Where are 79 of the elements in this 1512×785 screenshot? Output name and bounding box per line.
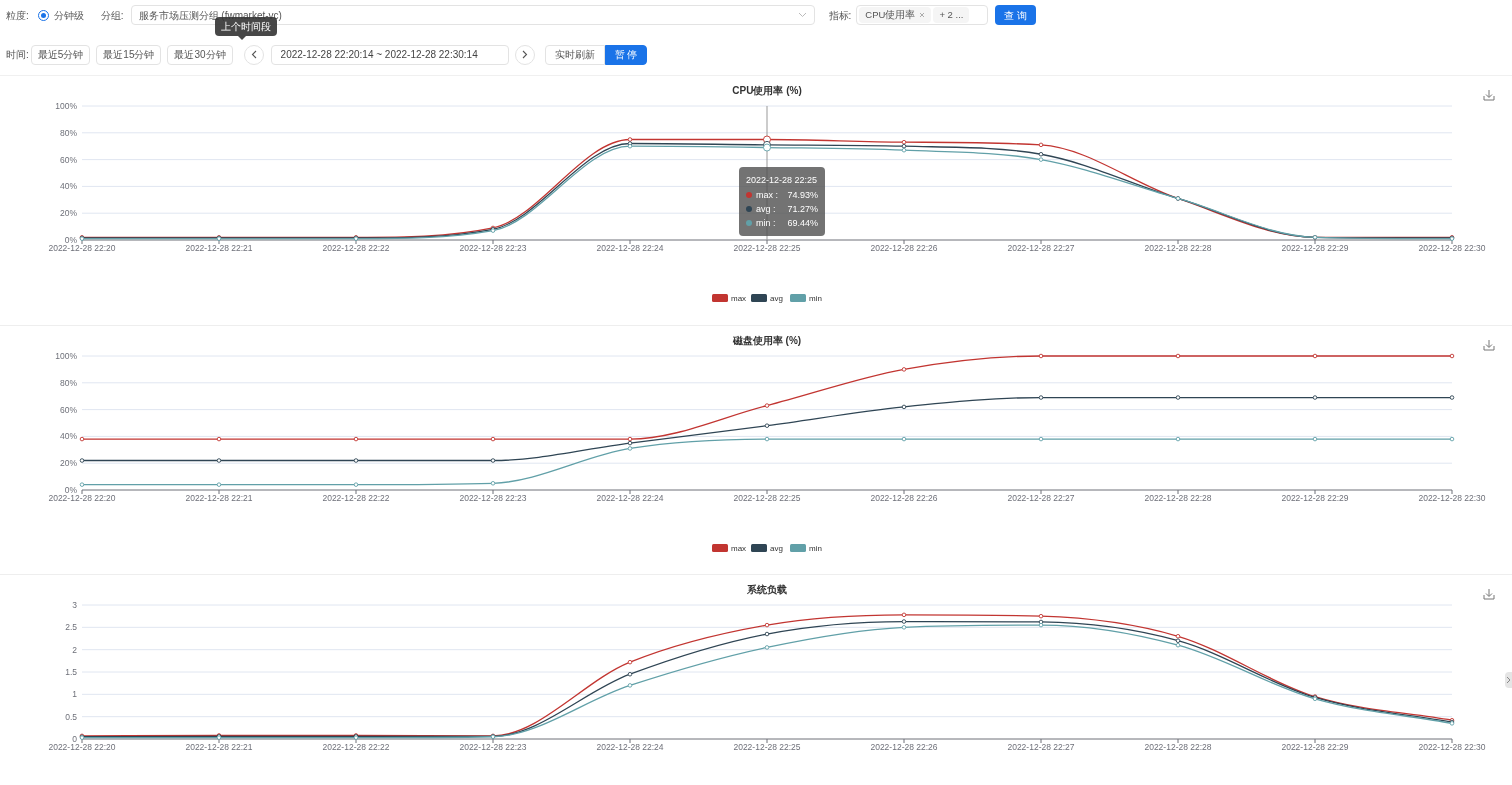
tooltip-title: 2022-12-28 22:25 [746,174,818,187]
legend-label: min [809,294,822,303]
axis-label: 40% [60,181,77,192]
chart-title: 系统负载 [747,584,787,595]
legend-item: avg [751,294,783,303]
axis-label: 2022-12-28 22:26 [870,742,938,752]
axis-label: 2.5 [65,622,77,633]
axis-label: 60% [60,154,77,165]
axis-label: 2022-12-28 22:24 [596,243,664,253]
axis-label: 2022-12-28 22:20 [48,243,116,253]
axis-label: 2022-12-28 22:21 [185,742,253,752]
axis-label: 2022-12-28 22:29 [1281,243,1349,253]
legend-item: max [712,294,747,303]
axis-label: 2022-12-28 22:21 [185,243,253,253]
axis-label: 2022-12-28 22:27 [1007,493,1075,503]
axis-label: 2022-12-28 22:23 [459,742,527,752]
axis-label: 100% [55,351,77,361]
axis-label: 0% [64,235,77,245]
axis-label: 2022-12-28 22:23 [459,243,527,253]
axis-label: 2022-12-28 22:30 [1418,742,1486,752]
axis-label: 100% [55,101,77,111]
series-name: avg : [756,203,776,216]
legend-label: avg [770,294,783,303]
axis-label: 0 [72,734,77,744]
chart-title: CPU使用率 (%) [732,85,802,96]
axis-label: 2022-12-28 22:27 [1007,742,1075,752]
axis-label: 40% [60,431,77,442]
legend-item: min [790,294,822,303]
axis-label: 2022-12-28 22:22 [322,493,390,503]
axis-label: 1 [72,689,77,700]
series-value: 74.93% [787,189,818,202]
axis-label: 2022-12-28 22:28 [1144,742,1212,752]
axis-label: 2022-12-28 22:29 [1281,493,1349,503]
legend-item: max [712,544,747,553]
axis-label: 2022-12-28 22:30 [1418,243,1486,253]
legend-label: max [731,294,747,303]
axis-label: 0.5 [65,711,77,722]
axis-label: 2022-12-28 22:22 [322,243,390,253]
axis-label: 2022-12-28 22:30 [1418,493,1486,503]
series-value: 71.27% [787,203,818,216]
axis-label: 2022-12-28 22:27 [1007,243,1075,253]
axis-label: 2022-12-28 22:22 [322,742,390,752]
axis-label: 60% [60,404,77,415]
chart-title: 磁盘使用率 (%) [732,335,802,346]
axis-label: 2022-12-28 22:21 [185,493,253,503]
field-label: 指标: [828,8,852,23]
axis-label: 2022-12-28 22:23 [459,493,527,503]
field-label: 时间: [6,48,29,62]
legend-label: min [809,544,822,553]
tooltip: 上个时间段 [215,17,277,36]
axis-label: 2022-12-28 22:25 [733,742,801,752]
axis-label: 1.5 [65,667,77,677]
legend-label: avg [770,544,783,553]
axis-label: 20% [60,458,77,469]
field-label: 粒度: [6,8,29,23]
axis-label: 2022-12-28 22:25 [733,493,801,503]
axis-label: 2022-12-28 22:28 [1144,493,1212,503]
axis-label: 2022-12-28 22:26 [870,243,938,253]
legend-item: avg [751,544,783,553]
axis-label: 80% [60,377,77,388]
axis-label: 2022-12-28 22:20 [48,493,116,503]
series-value: 69.44% [787,217,818,230]
field-label: 分组: [100,8,124,23]
axis-label: 0% [64,485,77,495]
axis-label: 2022-12-28 22:29 [1281,742,1349,752]
axis-label: 2022-12-28 22:20 [48,742,116,752]
axis-label: 80% [60,127,77,138]
series-name: min : [756,217,776,230]
axis-label: 2 [72,644,77,655]
axis-label: 2022-12-28 22:26 [870,493,938,503]
series-name: max : [756,189,778,202]
legend-label: max [731,544,747,553]
axis-label: 2022-12-28 22:24 [596,742,664,752]
axis-label: 2022-12-28 22:24 [596,493,664,503]
axis-label: 2022-12-28 22:25 [733,243,801,253]
axis-label: 3 [72,600,77,610]
axis-label: 2022-12-28 22:28 [1144,243,1212,253]
legend-item: min [790,544,822,553]
axis-label: 20% [60,208,77,219]
